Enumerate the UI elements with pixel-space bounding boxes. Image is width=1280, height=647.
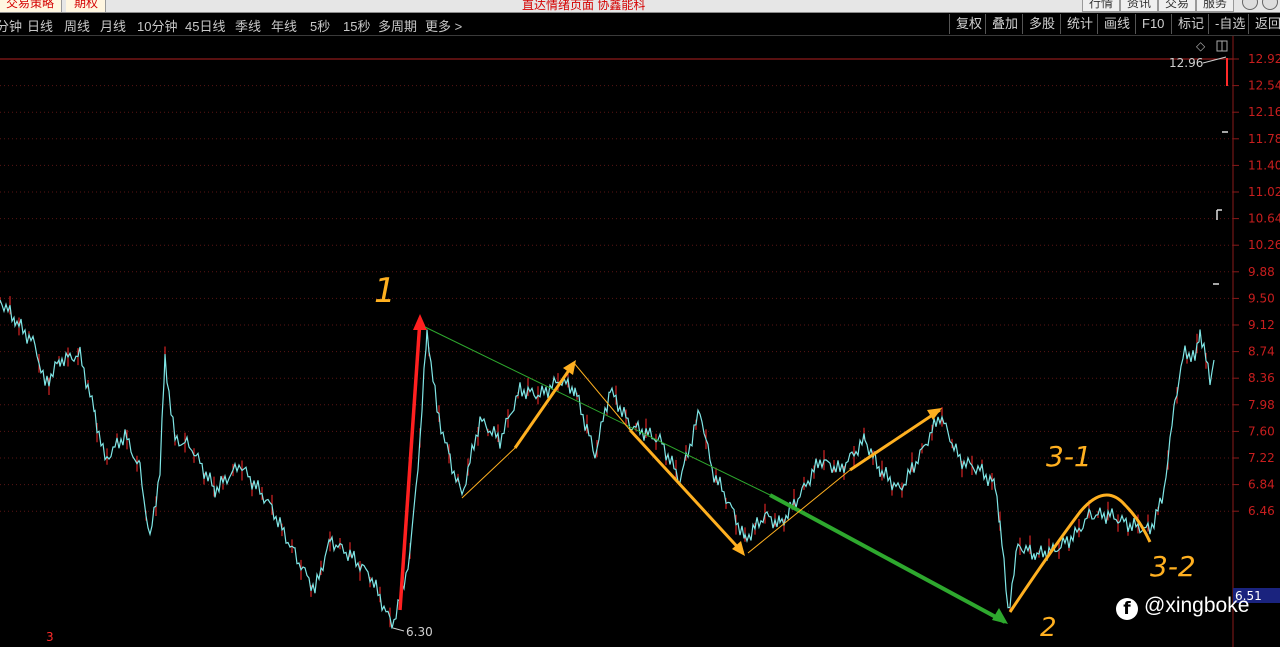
period-minute[interactable]: 分钟 [0, 16, 22, 35]
mark-1-label: 1 [374, 271, 396, 311]
f10-button[interactable]: F10 [1135, 14, 1170, 34]
mark-button[interactable]: 标记 [1171, 14, 1210, 34]
price-tick-label: 9.12 [1248, 318, 1275, 332]
diamond-icon: ◇ [1196, 39, 1206, 53]
period-weekly[interactable]: 周线 [64, 16, 90, 35]
mark-3-1-label: 3-1 [1046, 440, 1092, 473]
red-arrow-head [413, 314, 427, 330]
tab-trading-strategy[interactable]: 交易策略 [0, 0, 62, 12]
price-tick-label: 7.60 [1248, 424, 1275, 438]
high-price-pointer [1202, 56, 1227, 64]
mark-2-label: 2 [1040, 613, 1057, 643]
price-tick-label: 11.78 [1248, 132, 1280, 146]
period-monthly[interactable]: 月线 [100, 16, 126, 35]
bottom-marker: 3 [46, 630, 54, 644]
tab-option[interactable]: 期权 [66, 0, 106, 12]
candle-marks [0, 58, 1228, 628]
price-tick-label: 9.88 [1248, 265, 1275, 279]
period-5sec[interactable]: 5秒 [310, 16, 330, 35]
low-price-pointer [392, 627, 405, 632]
high-price-label: 12.96 [1169, 56, 1203, 70]
watermark-text: @xingboke [1144, 594, 1250, 617]
watchlist-button[interactable]: -自选 [1208, 14, 1251, 34]
period-more[interactable]: 更多 > [425, 16, 462, 35]
price-tick-label: 7.98 [1248, 398, 1275, 412]
price-tick-label: 12.54 [1248, 79, 1280, 93]
service-button[interactable]: 服务 [1196, 0, 1235, 12]
orange-up-arrow-2 [849, 408, 941, 472]
orange-thin-line-3 [747, 469, 851, 554]
low-price-label: 6.30 [406, 625, 433, 639]
multi-stock-button[interactable]: 多股 [1022, 14, 1061, 34]
top-strip: 交易策略 期权 直达情绪页面 协鑫能科 行情 资讯 交易 服务 [0, 0, 1280, 13]
mark-3-2-label: 3-2 [1150, 550, 1196, 583]
kline-chart[interactable]: 12.92 12.54 12.16 11.78 11.40 11.02 10.64 10.26… [0, 36, 1280, 647]
price-tick-label: 12.92 [1248, 52, 1280, 66]
period-15sec[interactable]: 15秒 [343, 16, 370, 35]
draw-line-button[interactable]: 画线 [1097, 14, 1136, 34]
facebook-icon: f [1116, 598, 1138, 620]
price-tick-label: 7.22 [1248, 451, 1275, 465]
handwritten-labels: 1 2 3-1 3-2 [374, 271, 1196, 643]
period-yearly[interactable]: 年线 [271, 16, 297, 35]
price-tick-label: 8.74 [1248, 345, 1275, 359]
price-tick-label: 10.64 [1248, 212, 1280, 226]
orange-thin-line-1 [461, 447, 516, 499]
orange-arrow-head-1 [563, 360, 576, 375]
price-tick-label: 12.16 [1248, 105, 1280, 119]
period-toolbar: 分钟 日线 周线 月线 10分钟 45日线 季线 年线 5秒 15秒 多周期 更… [0, 13, 1280, 36]
price-tick-label: 11.02 [1248, 185, 1280, 199]
price-tick-label: 6.84 [1248, 478, 1275, 492]
restore-icon[interactable] [1262, 0, 1278, 10]
green-thick-line [769, 493, 1006, 624]
trade-button[interactable]: 交易 [1158, 0, 1197, 12]
green-thin-line [424, 326, 771, 496]
price-tick-label: 11.40 [1248, 158, 1280, 172]
period-45day[interactable]: 45日线 [185, 16, 225, 35]
period-daily[interactable]: 日线 [27, 16, 53, 35]
price-tick-label: 9.50 [1248, 291, 1275, 305]
period-quarterly[interactable]: 季线 [235, 16, 261, 35]
period-multi[interactable]: 多周期 [378, 16, 417, 35]
orange-up-arrow-1 [513, 362, 576, 449]
minimize-icon[interactable] [1242, 0, 1258, 10]
green-arrow-head [992, 608, 1008, 624]
statistics-button[interactable]: 统计 [1060, 14, 1099, 34]
back-button[interactable]: 返回 [1248, 14, 1280, 34]
price-tick-label: 10.26 [1248, 238, 1280, 252]
overlay-button[interactable]: 叠加 [985, 14, 1024, 34]
orange-thin-line-2 [573, 362, 631, 431]
stock-ticker-title[interactable]: 直达情绪页面 协鑫能科 [522, 0, 645, 12]
price-axis: 12.92 12.54 12.16 11.78 11.40 11.02 10.64 10.26… [1232, 36, 1280, 647]
market-button[interactable]: 行情 [1082, 0, 1121, 12]
period-10min[interactable]: 10分钟 [137, 16, 177, 35]
adjust-button[interactable]: 复权 [949, 14, 988, 34]
price-tick-label: 6.46 [1248, 504, 1275, 518]
red-rise-arrow [398, 319, 422, 611]
news-button[interactable]: 资讯 [1120, 0, 1159, 12]
trend-annotations [398, 314, 1152, 624]
price-tick-label: 8.36 [1248, 371, 1275, 385]
